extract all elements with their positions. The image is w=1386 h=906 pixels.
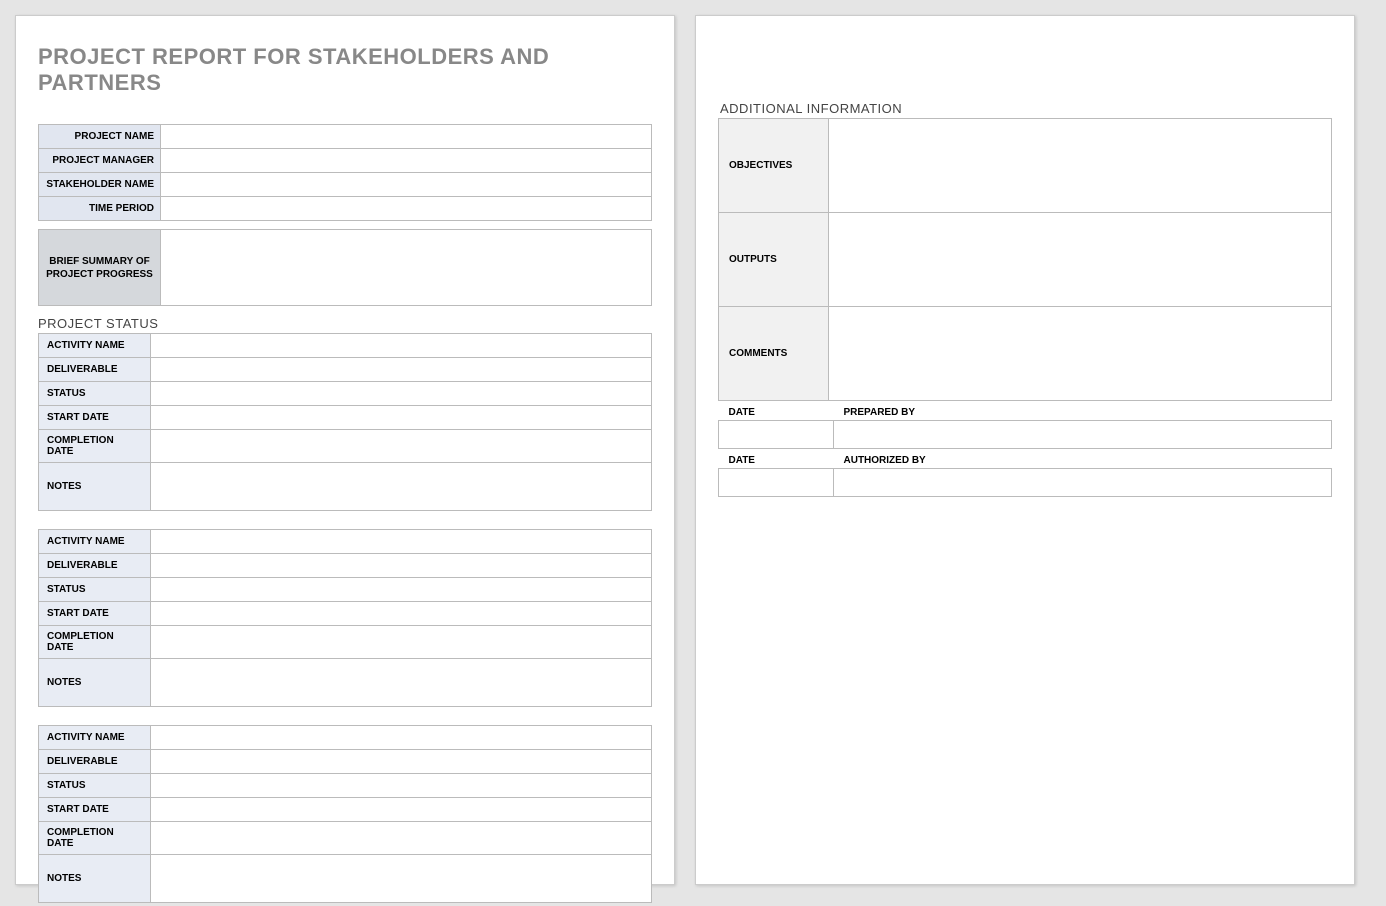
- header-row: STAKEHOLDER NAME: [39, 173, 652, 197]
- activity-label: DELIVERABLE: [39, 358, 151, 382]
- activity-value[interactable]: [151, 578, 652, 602]
- addl-label-objectives: OBJECTIVES: [719, 119, 829, 213]
- summary-label: BRIEF SUMMARY OF PROJECT PROGRESS: [39, 230, 161, 306]
- document-pages: PROJECT REPORT FOR STAKEHOLDERS AND PART…: [15, 15, 1371, 885]
- activity-value[interactable]: [151, 855, 652, 903]
- activity-label: STATUS: [39, 774, 151, 798]
- addl-label-comments: COMMENTS: [719, 307, 829, 401]
- header-row: PROJECT NAME: [39, 125, 652, 149]
- sig-prepared-by-header: PREPARED BY: [834, 401, 1332, 421]
- additional-table: OBJECTIVES OUTPUTS COMMENTS: [718, 118, 1332, 401]
- activity-label: STATUS: [39, 578, 151, 602]
- header-row: PROJECT MANAGER: [39, 149, 652, 173]
- activity-value[interactable]: [151, 463, 652, 511]
- page-2: ADDITIONAL INFORMATION OBJECTIVES OUTPUT…: [695, 15, 1355, 885]
- addl-label-outputs: OUTPUTS: [719, 213, 829, 307]
- sig-authorized-by-value[interactable]: [834, 469, 1332, 497]
- header-label-project-name: PROJECT NAME: [39, 125, 161, 149]
- activity-value[interactable]: [151, 406, 652, 430]
- activity-label: START DATE: [39, 406, 151, 430]
- header-label-stakeholder-name: STAKEHOLDER NAME: [39, 173, 161, 197]
- activity-value[interactable]: [151, 530, 652, 554]
- activity-label: COMPLETION DATE: [39, 430, 151, 463]
- signature-block-2: DATE AUTHORIZED BY: [718, 449, 1332, 497]
- summary-value[interactable]: [161, 230, 652, 306]
- header-label-project-manager: PROJECT MANAGER: [39, 149, 161, 173]
- header-value-project-manager[interactable]: [161, 149, 652, 173]
- activity-value[interactable]: [151, 430, 652, 463]
- activity-label: DELIVERABLE: [39, 750, 151, 774]
- additional-info-label: ADDITIONAL INFORMATION: [718, 101, 1332, 116]
- addl-value-outputs[interactable]: [829, 213, 1332, 307]
- activity-value[interactable]: [151, 750, 652, 774]
- activity-label: NOTES: [39, 463, 151, 511]
- activity-value[interactable]: [151, 554, 652, 578]
- activity-value[interactable]: [151, 822, 652, 855]
- activity-label: ACTIVITY NAME: [39, 334, 151, 358]
- activity-label: START DATE: [39, 798, 151, 822]
- addl-value-comments[interactable]: [829, 307, 1332, 401]
- activity-value[interactable]: [151, 774, 652, 798]
- sig-prepared-by-value[interactable]: [834, 421, 1332, 449]
- summary-table: BRIEF SUMMARY OF PROJECT PROGRESS: [38, 229, 652, 306]
- activity-value[interactable]: [151, 602, 652, 626]
- activity-table-2: ACTIVITY NAME DELIVERABLE STATUS START D…: [38, 529, 652, 707]
- sig-date-header: DATE: [719, 449, 834, 469]
- sig-authorized-by-header: AUTHORIZED BY: [834, 449, 1332, 469]
- header-row: TIME PERIOD: [39, 197, 652, 221]
- header-table: PROJECT NAME PROJECT MANAGER STAKEHOLDER…: [38, 124, 652, 221]
- activity-label: NOTES: [39, 855, 151, 903]
- header-label-time-period: TIME PERIOD: [39, 197, 161, 221]
- activity-value[interactable]: [151, 382, 652, 406]
- activity-value[interactable]: [151, 659, 652, 707]
- header-value-stakeholder-name[interactable]: [161, 173, 652, 197]
- activity-label: ACTIVITY NAME: [39, 530, 151, 554]
- activity-label: ACTIVITY NAME: [39, 726, 151, 750]
- activity-table-1: ACTIVITY NAME DELIVERABLE STATUS START D…: [38, 333, 652, 511]
- header-value-project-name[interactable]: [161, 125, 652, 149]
- activity-label: NOTES: [39, 659, 151, 707]
- activity-label: COMPLETION DATE: [39, 822, 151, 855]
- page-1: PROJECT REPORT FOR STAKEHOLDERS AND PART…: [15, 15, 675, 885]
- activity-label: START DATE: [39, 602, 151, 626]
- header-value-time-period[interactable]: [161, 197, 652, 221]
- activity-value[interactable]: [151, 626, 652, 659]
- activity-value[interactable]: [151, 334, 652, 358]
- sig-date-value[interactable]: [719, 469, 834, 497]
- activity-label: DELIVERABLE: [39, 554, 151, 578]
- signature-block-1: DATE PREPARED BY: [718, 401, 1332, 449]
- activity-value[interactable]: [151, 798, 652, 822]
- addl-value-objectives[interactable]: [829, 119, 1332, 213]
- activity-label: STATUS: [39, 382, 151, 406]
- activity-value[interactable]: [151, 726, 652, 750]
- activity-label: COMPLETION DATE: [39, 626, 151, 659]
- page-title: PROJECT REPORT FOR STAKEHOLDERS AND PART…: [38, 44, 652, 96]
- activity-value[interactable]: [151, 358, 652, 382]
- sig-date-value[interactable]: [719, 421, 834, 449]
- sig-date-header: DATE: [719, 401, 834, 421]
- activity-table-3: ACTIVITY NAME DELIVERABLE STATUS START D…: [38, 725, 652, 903]
- project-status-label: PROJECT STATUS: [38, 316, 652, 331]
